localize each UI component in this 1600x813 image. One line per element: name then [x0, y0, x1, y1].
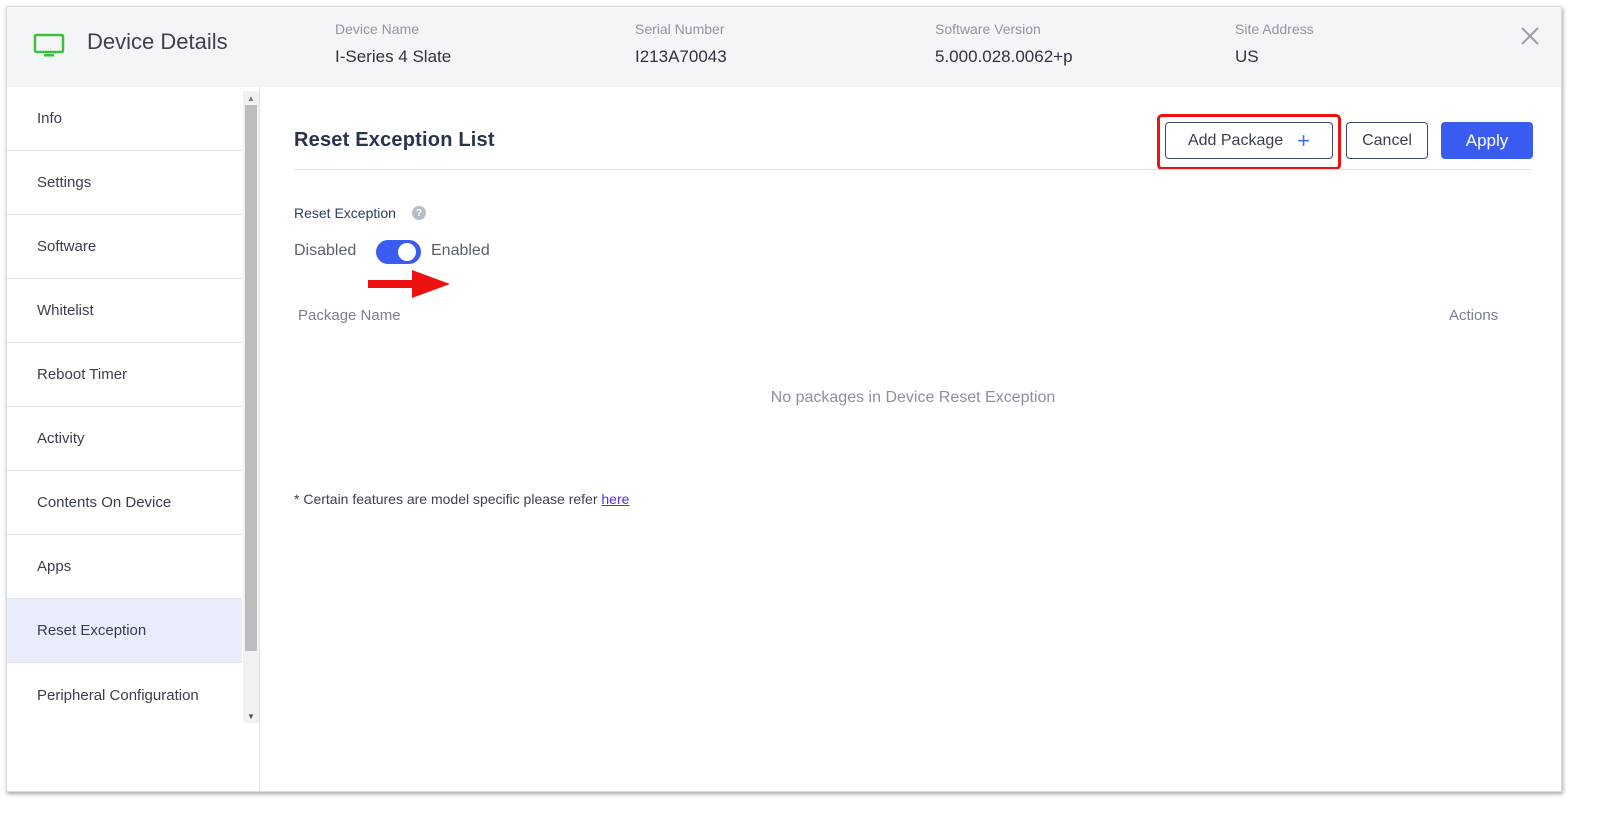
- scroll-up-arrow-icon[interactable]: ▲: [243, 91, 259, 105]
- sidebar-item-label: Settings: [37, 174, 92, 191]
- serial-number-field: Serial Number I213A70043: [635, 21, 727, 67]
- device-details-window: Device Details Device Name I-Series 4 Sl…: [6, 6, 1562, 792]
- software-version-label: Software Version: [935, 21, 1041, 37]
- sidebar-item-label: Reset Exception: [37, 622, 147, 639]
- toggle-knob: [398, 243, 416, 261]
- software-version-value: 5.000.028.0062+p: [935, 47, 1073, 66]
- cancel-button[interactable]: Cancel: [1346, 122, 1428, 159]
- reset-exception-label: Reset Exception: [294, 205, 396, 221]
- sidebar-item-activity[interactable]: Activity: [7, 407, 242, 471]
- sidebar-scrollbar[interactable]: ▲ ▼: [243, 91, 259, 723]
- sidebar-item-reset-exception[interactable]: Reset Exception: [7, 599, 242, 663]
- help-icon[interactable]: ?: [412, 206, 426, 220]
- serial-number-value: I213A70043: [635, 47, 727, 66]
- sidebar-item-label: Reboot Timer: [37, 366, 128, 383]
- scroll-down-arrow-icon[interactable]: ▼: [243, 709, 259, 723]
- sidebar-item-contents-on-device[interactable]: Contents On Device: [7, 471, 242, 535]
- sidebar-item-info[interactable]: Info: [7, 87, 242, 151]
- close-icon[interactable]: [1519, 25, 1541, 47]
- sidebar-item-label: Apps: [37, 558, 72, 575]
- site-address-value: US: [1235, 47, 1259, 66]
- sidebar-item-reboot-timer[interactable]: Reboot Timer: [7, 343, 242, 407]
- toggle-disabled-label: Disabled: [294, 242, 357, 259]
- footnote-text: * Certain features are model specific pl…: [294, 491, 602, 507]
- sidebar-item-label: Peripheral Configuration: [37, 686, 199, 704]
- apply-button[interactable]: Apply: [1441, 122, 1533, 159]
- reset-exception-toggle[interactable]: [376, 240, 421, 264]
- serial-number-label: Serial Number: [635, 21, 725, 37]
- scrollbar-thumb[interactable]: [245, 105, 257, 651]
- header-bar: Device Details Device Name I-Series 4 Sl…: [7, 7, 1561, 87]
- section-title: Reset Exception List: [294, 129, 495, 151]
- sidebar-item-label: Activity: [37, 430, 85, 447]
- site-address-label: Site Address: [1235, 21, 1314, 37]
- toggle-enabled-label: Enabled: [431, 242, 490, 259]
- page-title: Device Details: [87, 29, 228, 54]
- red-arrow-annotation-icon: [368, 270, 450, 298]
- monitor-icon: [33, 33, 65, 57]
- sidebar-nav: Info Settings Software Whitelist Reboot …: [7, 87, 242, 727]
- sidebar-item-label: Contents On Device: [37, 494, 172, 511]
- column-header-package-name: Package Name: [298, 307, 401, 324]
- site-address-field: Site Address US: [1235, 21, 1314, 67]
- device-name-field: Device Name I-Series 4 Slate: [335, 21, 451, 67]
- sidebar-item-label: Info: [37, 110, 63, 127]
- software-version-field: Software Version 5.000.028.0062+p: [935, 21, 1073, 67]
- footnote-here-link[interactable]: here: [601, 491, 629, 507]
- device-name-label: Device Name: [335, 21, 420, 37]
- sidebar-item-software[interactable]: Software: [7, 215, 242, 279]
- sidebar-item-apps[interactable]: Apps: [7, 535, 242, 599]
- sidebar-item-label: Software: [37, 238, 97, 255]
- sidebar: Info Settings Software Whitelist Reboot …: [7, 87, 260, 791]
- device-name-value: I-Series 4 Slate: [335, 47, 452, 66]
- sidebar-item-label: Whitelist: [37, 302, 94, 319]
- column-header-actions: Actions: [1449, 307, 1499, 324]
- model-specific-footnote: * Certain features are model specific pl…: [294, 491, 629, 507]
- main-content: Reset Exception List Add Package + Cance…: [260, 87, 1561, 791]
- sidebar-item-settings[interactable]: Settings: [7, 151, 242, 215]
- title-divider: [294, 169, 1532, 170]
- empty-table-message: No packages in Device Reset Exception: [770, 389, 1056, 406]
- sidebar-item-peripheral-configuration[interactable]: Peripheral Configuration: [7, 663, 242, 727]
- sidebar-item-whitelist[interactable]: Whitelist: [7, 279, 242, 343]
- highlight-annotation-box: [1157, 114, 1341, 170]
